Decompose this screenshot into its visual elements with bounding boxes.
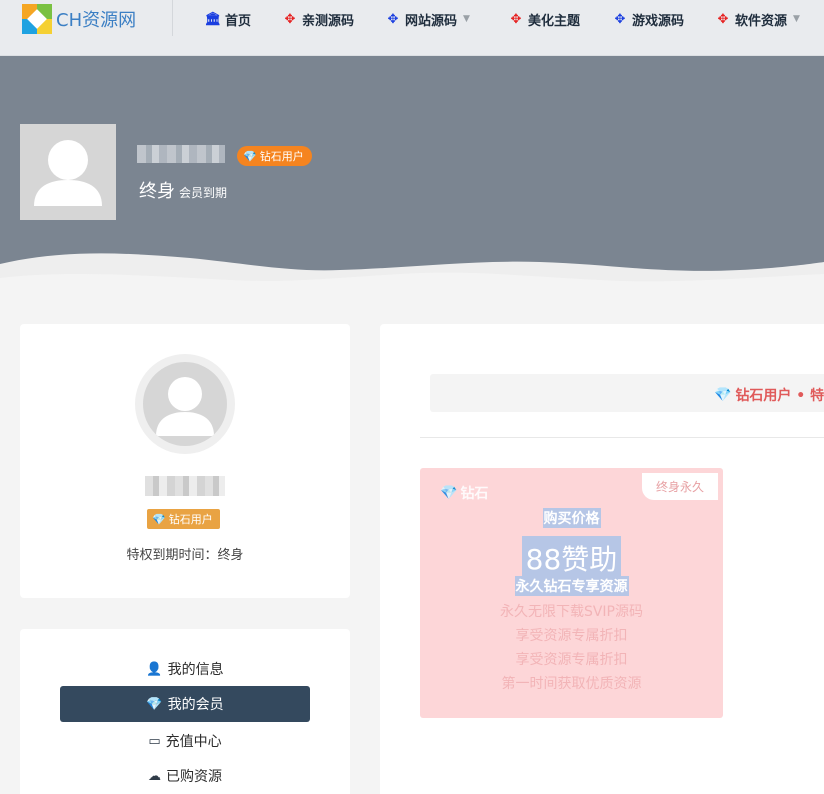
nav-item-tested-source[interactable]: ✥ 亲测源码 (282, 9, 354, 29)
top-navbar: CH资源网 🏛 首页 ✥ 亲测源码 ✥ 网站源码 ▼ ✥ 美化主题 ✥ 游戏源码… (0, 0, 824, 56)
user-hero-banner: 💎 钻石用户 终身 会员到期 (0, 56, 824, 300)
cloud-download-icon: ☁ (148, 768, 161, 784)
plan-price: 88赞助 (420, 536, 723, 580)
user-silhouette-icon (34, 140, 102, 206)
avatar[interactable] (20, 124, 116, 220)
plan-card-diamond[interactable]: 终身永久 💎 钻石 购买价格 88赞助 永久钻石专享资源 永久无限下载SVIP源… (420, 468, 723, 718)
menu-item-purchased-resources[interactable]: ☁ 已购资源 (60, 758, 310, 794)
logo-mark-icon (22, 4, 52, 34)
diamond-icon: 💎 (714, 387, 732, 403)
plan-feature: 享受资源专属折扣 (515, 628, 628, 644)
plan-feature: 享受资源专属折扣 (515, 652, 628, 668)
menu-item-my-info[interactable]: 👤 我的信息 (60, 651, 310, 687)
diamond-icon: 💎 (152, 512, 166, 526)
nav-item-home[interactable]: 🏛 首页 (205, 9, 251, 29)
nav-divider (172, 0, 173, 36)
plan-feature: 永久无限下载SVIP源码 (499, 604, 644, 620)
pinwheel-icon: ✥ (284, 11, 296, 27)
privilege-expire-text: 特权到期时间：终身 (126, 548, 244, 563)
menu-item-my-membership[interactable]: 💎 我的会员 (60, 686, 310, 722)
username-blurred (137, 145, 225, 163)
username-blurred (145, 476, 225, 496)
diamond-icon: 💎 (243, 149, 257, 163)
pinwheel-icon: ✥ (717, 11, 729, 27)
membership-panel: 💎 钻石用户 • 特 终身永久 💎 钻石 购买价格 88赞助 永久钻石专享资源 … (380, 324, 824, 794)
membership-notice-bar: 💎 钻石用户 • 特 (430, 374, 824, 412)
diamond-user-badge: 💎 钻石用户 (237, 146, 312, 166)
avatar[interactable] (135, 354, 235, 454)
plan-title: 永久钻石专享资源 (420, 576, 723, 596)
nav-item-themes[interactable]: ✥ 美化主题 (508, 9, 580, 29)
site-logo[interactable]: CH资源网 (22, 4, 136, 34)
bank-icon: 🏛 (204, 11, 222, 27)
user-menu: 👤 我的信息 💎 我的会员 ▭ 充值中心 ☁ 已购资源 (20, 629, 350, 794)
menu-item-recharge-center[interactable]: ▭ 充值中心 (60, 723, 310, 759)
membership-term: 终身 会员到期 (139, 181, 228, 202)
pinwheel-icon: ✥ (387, 11, 399, 27)
pinwheel-icon: ✥ (614, 11, 626, 27)
diamond-icon: 💎 (146, 696, 163, 712)
plan-duration-tag: 终身永久 (642, 473, 718, 500)
chevron-down-icon: ▼ (463, 14, 470, 24)
chevron-down-icon: ▼ (793, 14, 800, 24)
profile-card: 💎 钻石用户 特权到期时间：终身 (20, 324, 350, 598)
hero-wave-divider (0, 253, 824, 300)
credit-card-icon: ▭ (148, 733, 161, 749)
diamond-user-badge: 💎 钻石用户 (147, 509, 220, 529)
price-label: 购买价格 (420, 508, 723, 528)
user-silhouette-icon (156, 377, 214, 436)
plan-feature: 第一时间获取优质资源 (501, 676, 642, 692)
site-name: CH资源网 (56, 10, 137, 31)
nav-item-website-source[interactable]: ✥ 网站源码 ▼ (385, 9, 470, 29)
pinwheel-icon: ✥ (510, 11, 522, 27)
nav-item-software[interactable]: ✥ 软件资源 ▼ (715, 9, 800, 29)
divider (420, 437, 824, 438)
user-icon: 👤 (146, 661, 163, 677)
nav-item-game-source[interactable]: ✥ 游戏源码 (612, 9, 684, 29)
diamond-icon: 💎 (440, 485, 458, 501)
plan-brand: 💎 钻石 (440, 485, 489, 502)
